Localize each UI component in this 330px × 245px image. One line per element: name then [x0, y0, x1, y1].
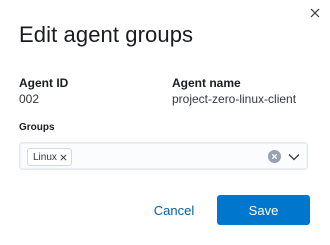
- group-pill-label: Linux: [33, 151, 57, 163]
- agent-id-label: Agent ID: [19, 76, 69, 90]
- close-icon: [60, 153, 67, 161]
- close-icon: [310, 8, 320, 18]
- close-button[interactable]: [304, 2, 326, 24]
- modal-title: Edit agent groups: [19, 22, 194, 47]
- save-button[interactable]: Save: [217, 195, 310, 225]
- edit-agent-groups-modal: Edit agent groups Agent ID 002 Agent nam…: [0, 0, 330, 245]
- clear-icon[interactable]: [268, 150, 281, 163]
- groups-label: Groups: [19, 122, 55, 133]
- agent-name-label: Agent name: [172, 76, 241, 90]
- groups-combobox[interactable]: Linux: [19, 142, 308, 170]
- remove-group-button[interactable]: [60, 153, 67, 161]
- chevron-down-icon[interactable]: [287, 150, 301, 164]
- group-pill-linux: Linux: [27, 148, 72, 166]
- agent-name-value: project-zero-linux-client: [172, 92, 297, 106]
- agent-id-value: 002: [19, 92, 40, 106]
- cancel-button[interactable]: Cancel: [145, 195, 203, 225]
